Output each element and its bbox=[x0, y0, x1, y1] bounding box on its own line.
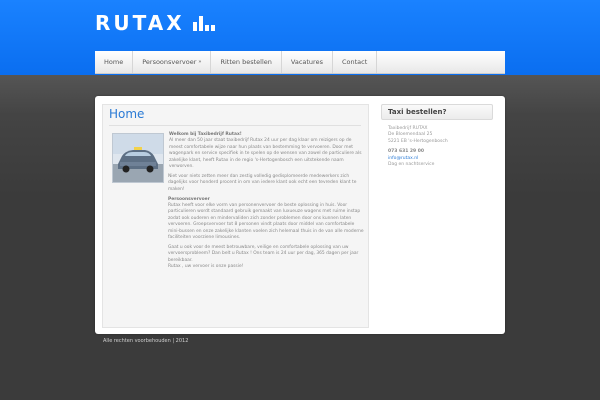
logo-text: RUTAX bbox=[95, 11, 185, 35]
nav-item-label: Ritten bestellen bbox=[220, 58, 272, 66]
sidebar-title: Taxi bestellen? bbox=[381, 104, 493, 120]
main-column: Home Welkom bij Taxibedrijf Rutax! Al me… bbox=[102, 104, 369, 328]
site-logo[interactable]: RUTAX bbox=[95, 12, 215, 34]
section-text: Rutax heeft voor elke vorm van personenv… bbox=[168, 203, 364, 241]
section-heading: Persoonsvervoer bbox=[168, 196, 210, 202]
nav-item-persoonsvervoer[interactable]: Persoonsvervoer » bbox=[133, 51, 212, 73]
city-address: 5221 EB 's-Hertogenbosch bbox=[388, 138, 448, 144]
article-paragraph-2: Niet voor niets zetten meer dan zestig v… bbox=[168, 173, 357, 192]
article-paragraph-4: Gaat u ook voor de meest betrouwbare, ve… bbox=[168, 245, 359, 263]
main-nav: Home Persoonsvervoer » Ritten bestellen … bbox=[95, 51, 505, 74]
contact-block: Taxibedrijf RUTAX De Bloemendaal 25 5221… bbox=[381, 120, 493, 168]
nav-item-vacatures[interactable]: Vacatures bbox=[282, 51, 333, 73]
dropdown-arrow-icon: » bbox=[198, 59, 202, 65]
nav-item-ritten-bestellen[interactable]: Ritten bestellen bbox=[211, 51, 282, 73]
title-divider bbox=[109, 125, 361, 126]
intro-heading: Welkom bij Taxibedrijf Rutax! bbox=[169, 132, 242, 137]
nav-item-label: Contact bbox=[341, 58, 368, 66]
nav-item-home[interactable]: Home bbox=[95, 51, 134, 73]
service-hours: Dag en nachtservice bbox=[388, 162, 435, 168]
nav-item-contact[interactable]: Contact bbox=[333, 51, 378, 73]
email-link[interactable]: info@rutax.nl bbox=[388, 156, 418, 161]
content-box: Home Welkom bij Taxibedrijf Rutax! Al me… bbox=[95, 96, 505, 334]
bar-chart-icon bbox=[192, 15, 215, 31]
tagline: Rutax , uw vervoer is onze passie! bbox=[168, 264, 244, 270]
page-title: Home bbox=[109, 107, 145, 121]
nav-item-label: Persoonsvervoer bbox=[142, 58, 197, 66]
intro-text: Al meer dan 50 jaar staat taxibedrijf Ru… bbox=[169, 138, 362, 170]
article: Welkom bij Taxibedrijf Rutax! Al meer da… bbox=[168, 132, 364, 274]
footer-copyright: Alle rechten voorbehouden | 2012 bbox=[103, 338, 189, 344]
nav-item-label: Vacatures bbox=[290, 58, 323, 66]
sidebar: Taxi bestellen? Taxibedrijf RUTAX De Blo… bbox=[381, 104, 493, 168]
taxi-photo bbox=[112, 133, 164, 183]
nav-item-label: Home bbox=[104, 58, 124, 66]
